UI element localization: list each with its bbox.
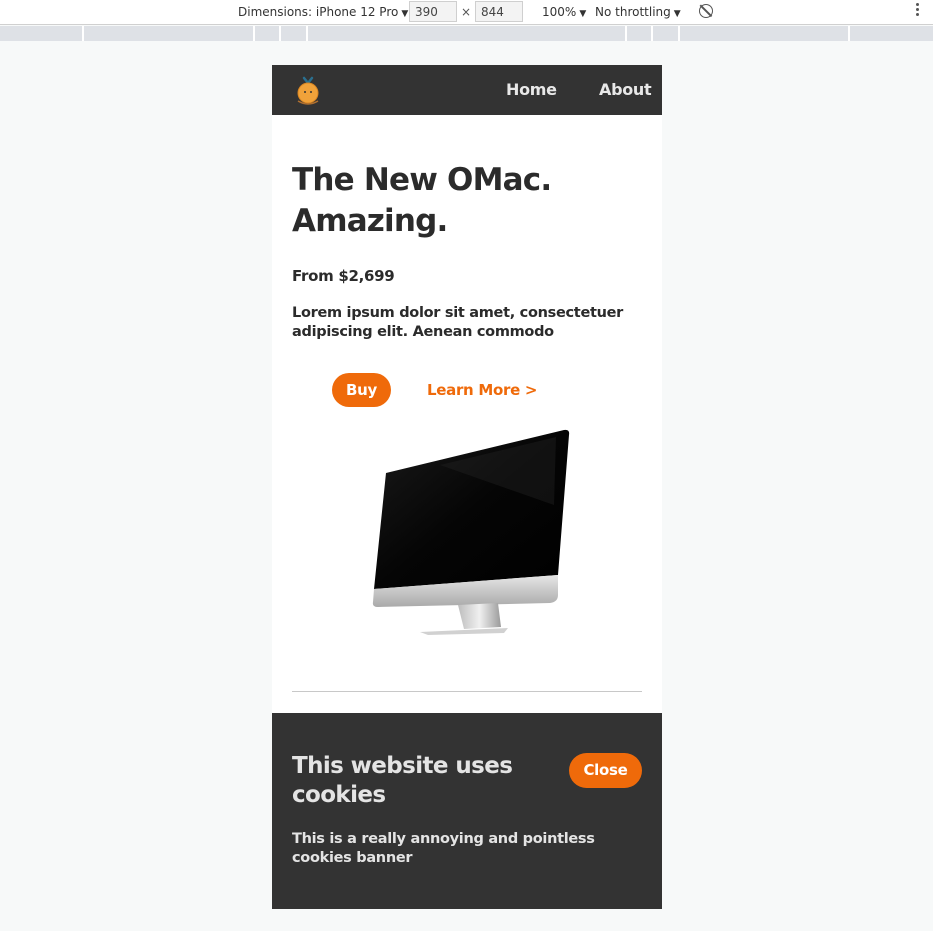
dropdown-arrow-icon: ▼	[673, 9, 681, 19]
media-query-segment[interactable]	[848, 26, 850, 41]
hero-title: The New OMac. Amazing.	[292, 162, 552, 239]
media-query-segment[interactable]	[306, 26, 308, 41]
media-query-segment[interactable]	[625, 26, 627, 41]
zoom-select[interactable]: 100% ▼	[542, 5, 586, 19]
height-input[interactable]: 844	[475, 1, 523, 22]
cookie-close-button[interactable]: Close	[569, 753, 642, 788]
dropdown-arrow-icon: ▼	[401, 9, 409, 19]
throttling-label: No throttling	[595, 5, 671, 19]
rotate-icon[interactable]	[699, 4, 713, 18]
width-input[interactable]: 390	[409, 1, 457, 22]
imac-image	[372, 429, 570, 635]
hero-description: Lorem ipsum dolor sit amet, consectetuer…	[292, 305, 624, 340]
dropdown-arrow-icon: ▼	[579, 9, 587, 19]
nav-about-link[interactable]: About	[599, 80, 652, 99]
more-options-icon[interactable]	[914, 3, 920, 19]
media-query-bar	[0, 26, 933, 41]
cookie-banner: This website uses cookies Close This is …	[272, 713, 662, 909]
site-nav: Home About	[272, 65, 662, 115]
price-text: From $2,699	[292, 267, 395, 285]
phone-viewport: Home About The New OMac. Amazing. From $…	[272, 65, 662, 909]
throttling-select[interactable]: No throttling ▼	[595, 5, 681, 19]
zoom-label: 100%	[542, 5, 577, 19]
buy-button[interactable]: Buy	[332, 373, 391, 407]
device-label: Dimensions: iPhone 12 Pro	[238, 5, 399, 19]
orange-logo-icon[interactable]	[294, 75, 322, 105]
learn-more-link[interactable]: Learn More >	[427, 381, 537, 399]
section-divider	[292, 691, 642, 692]
device-select[interactable]: Dimensions: iPhone 12 Pro ▼	[238, 5, 408, 19]
media-query-segment[interactable]	[82, 26, 84, 41]
media-query-segment[interactable]	[253, 26, 255, 41]
device-toolbar: Dimensions: iPhone 12 Pro ▼ 390 × 844 100…	[0, 0, 933, 25]
nav-home-link[interactable]: Home	[506, 80, 557, 99]
times-separator: ×	[461, 5, 472, 19]
cookie-text: This is a really annoying and pointless …	[292, 831, 595, 866]
media-query-segment[interactable]	[279, 26, 281, 41]
media-query-segment[interactable]	[678, 26, 680, 41]
media-query-segment[interactable]	[651, 26, 653, 41]
cookie-title: This website uses cookies	[292, 753, 513, 808]
